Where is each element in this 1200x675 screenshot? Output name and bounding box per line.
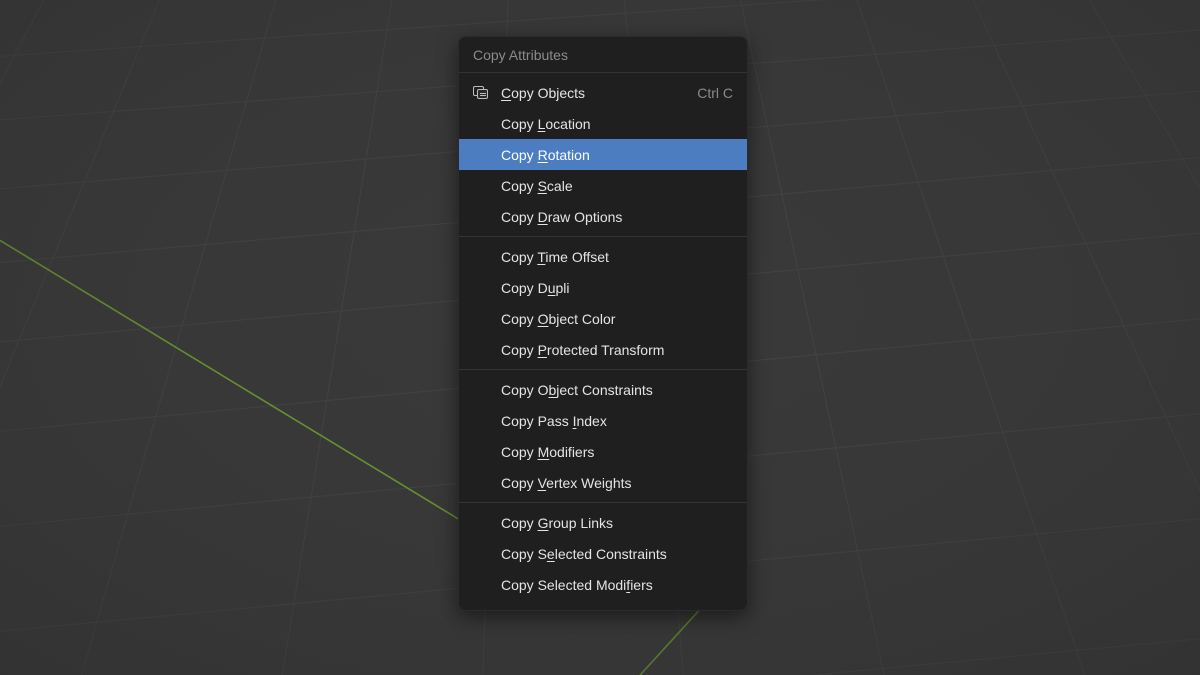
menu-section: Copy Group Links Copy Selected Constraint…	[459, 502, 747, 604]
menu-section: Copy Object Constraints Copy Pass Index Co…	[459, 369, 747, 502]
menu-item-label: Copy Vertex Weights	[501, 473, 733, 493]
menu-item-label: Copy Scale	[501, 176, 733, 196]
menu-item-label: Copy Protected Transform	[501, 340, 733, 360]
menu-item-label: Copy Modifiers	[501, 442, 733, 462]
menu-item-copy-selected-constraints[interactable]: Copy Selected Constraints	[459, 538, 747, 569]
menu-item-copy-selected-modifiers[interactable]: Copy Selected Modifiers	[459, 569, 747, 600]
menu-item-copy-rotation[interactable]: Copy Rotation	[459, 139, 747, 170]
menu-item-copy-group-links[interactable]: Copy Group Links	[459, 507, 747, 538]
menu-item-label: Copy Object Constraints	[501, 380, 733, 400]
menu-title: Copy Attributes	[459, 37, 747, 73]
menu-item-copy-dupli[interactable]: Copy Dupli	[459, 272, 747, 303]
menu-item-label: Copy Object Color	[501, 309, 733, 329]
menu-item-copy-draw-options[interactable]: Copy Draw Options	[459, 201, 747, 232]
menu-item-copy-vertex-weights[interactable]: Copy Vertex Weights	[459, 467, 747, 498]
menu-item-copy-scale[interactable]: Copy Scale	[459, 170, 747, 201]
menu-item-label: Copy Group Links	[501, 513, 733, 533]
menu-section: Copy Time Offset Copy Dupli Copy Object Co…	[459, 236, 747, 369]
menu-item-label: Copy Objects	[501, 83, 697, 103]
menu-section: Copy ObjectsCtrl C Copy Location Copy Rota…	[459, 73, 747, 236]
menu-item-copy-objects[interactable]: Copy ObjectsCtrl C	[459, 77, 747, 108]
menu-item-label: Copy Pass Index	[501, 411, 733, 431]
menu-item-label: Copy Selected Constraints	[501, 544, 733, 564]
menu-item-shortcut: Ctrl C	[697, 83, 733, 103]
copy-icon	[473, 86, 501, 100]
copy-icon	[473, 86, 489, 100]
menu-item-copy-location[interactable]: Copy Location	[459, 108, 747, 139]
menu-item-label: Copy Dupli	[501, 278, 733, 298]
menu-item-label: Copy Draw Options	[501, 207, 733, 227]
menu-item-copy-pass-index[interactable]: Copy Pass Index	[459, 405, 747, 436]
menu-item-label: Copy Time Offset	[501, 247, 733, 267]
context-menu-copy-attributes[interactable]: Copy Attributes Copy ObjectsCtrl C Copy L…	[458, 36, 748, 611]
menu-item-copy-time-offset[interactable]: Copy Time Offset	[459, 241, 747, 272]
menu-item-label: Copy Location	[501, 114, 733, 134]
menu-item-label: Copy Selected Modifiers	[501, 575, 733, 595]
menu-item-label: Copy Rotation	[501, 145, 733, 165]
menu-item-copy-protected-transform[interactable]: Copy Protected Transform	[459, 334, 747, 365]
menu-item-copy-object-color[interactable]: Copy Object Color	[459, 303, 747, 334]
menu-item-copy-modifiers[interactable]: Copy Modifiers	[459, 436, 747, 467]
menu-item-copy-object-constraints[interactable]: Copy Object Constraints	[459, 374, 747, 405]
